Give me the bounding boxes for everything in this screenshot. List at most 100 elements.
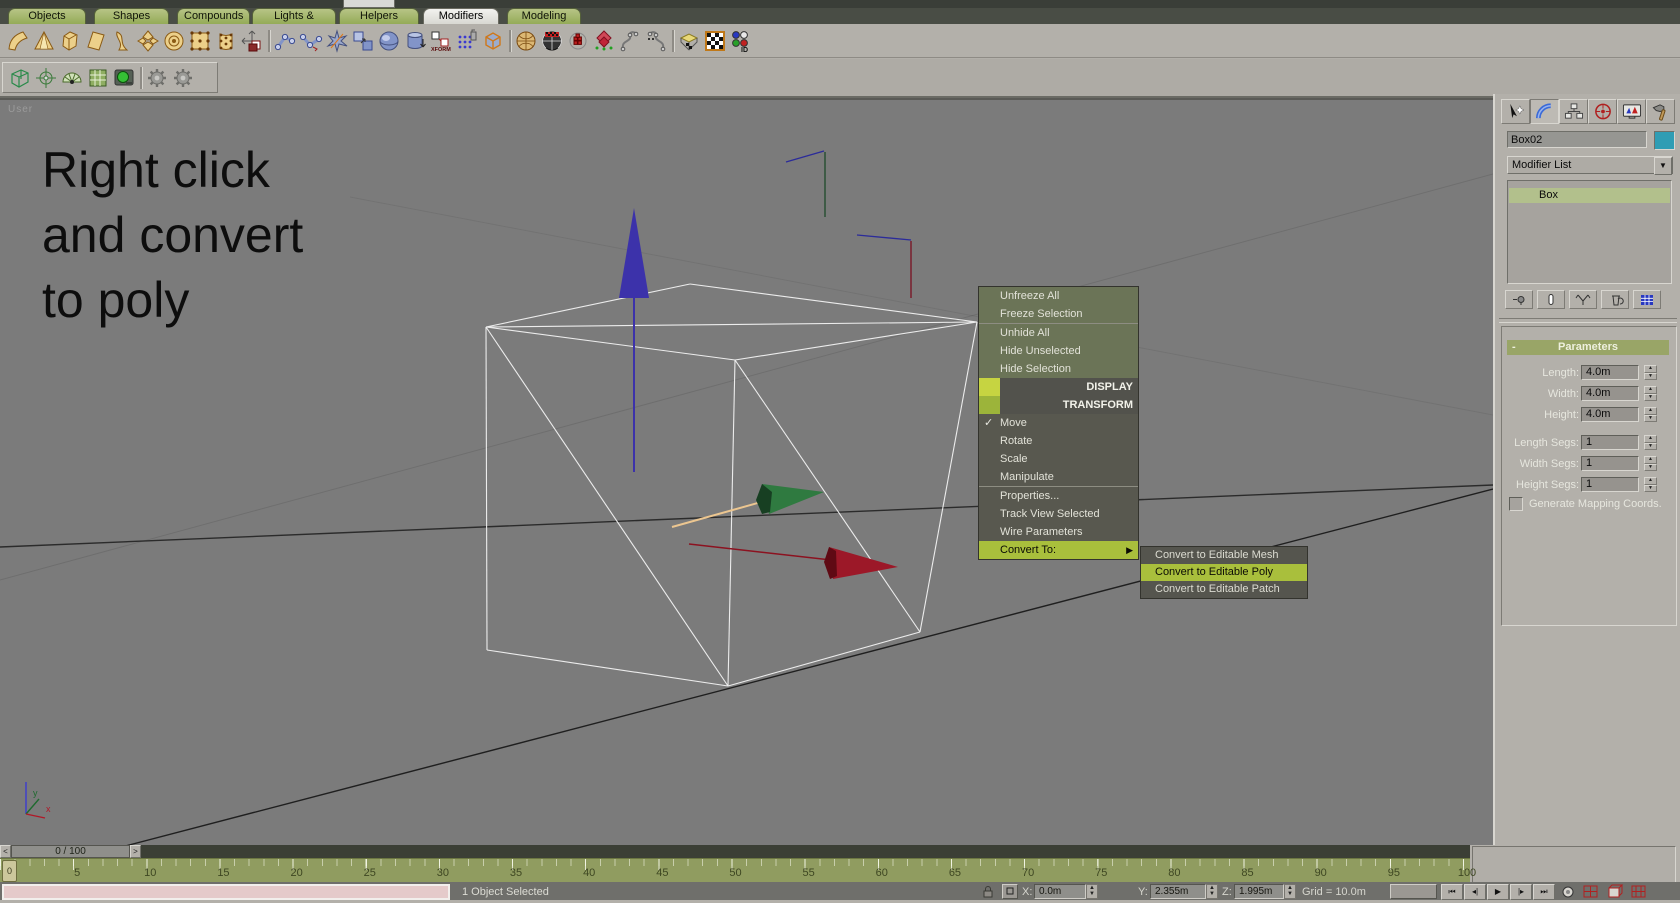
- pin-stack-button[interactable]: [1505, 290, 1533, 309]
- context-menu-item-move[interactable]: Move✓: [979, 414, 1138, 432]
- parameters-rollout-header[interactable]: - Parameters: [1507, 340, 1669, 355]
- spinner-down-icon[interactable]: ▼: [1644, 443, 1657, 451]
- play-button[interactable]: ▶: [1487, 884, 1509, 900]
- taper-modifier-icon[interactable]: [31, 28, 57, 54]
- spinner-down-icon[interactable]: ▼: [1644, 415, 1657, 423]
- collapse-icon[interactable]: -: [1512, 340, 1516, 355]
- gizmo-y-shaft[interactable]: [672, 499, 772, 527]
- spinner-up-icon[interactable]: ▲: [1644, 407, 1657, 415]
- go-to-end-button[interactable]: ⏭: [1533, 884, 1555, 900]
- context-menu-item-manipulate[interactable]: Manipulate: [979, 468, 1138, 486]
- patch-deform-icon[interactable]: [350, 28, 376, 54]
- point-cache-icon[interactable]: [454, 28, 480, 54]
- go-to-start-button[interactable]: ⏮: [1441, 884, 1463, 900]
- submenu-item-convert-to-editable-poly[interactable]: Convert to Editable Poly: [1141, 564, 1307, 581]
- edit-mesh-icon[interactable]: [565, 28, 591, 54]
- checker-material-icon[interactable]: [702, 28, 728, 54]
- bone-tools-icon[interactable]: [298, 28, 324, 54]
- spline-curve-1-icon[interactable]: [617, 28, 643, 54]
- material-id-icon[interactable]: ID: [728, 28, 754, 54]
- shelf-tab-modeling[interactable]: Modeling: [507, 8, 581, 24]
- grid-snap-icon[interactable]: [85, 65, 111, 91]
- set-key-field[interactable]: [1390, 884, 1437, 899]
- spinner-up-icon[interactable]: ▲: [1644, 477, 1657, 485]
- shelf-tab-helpers[interactable]: Helpers: [339, 8, 419, 24]
- push-modifier-icon[interactable]: [324, 28, 350, 54]
- object-color-swatch[interactable]: [1654, 131, 1675, 150]
- param-field[interactable]: 4.0m: [1581, 365, 1639, 380]
- z-coord-spinner[interactable]: ▲▼: [1284, 884, 1296, 899]
- shelf-tab-modifiers[interactable]: Modifiers: [423, 8, 499, 24]
- spinner-up-icon[interactable]: ▲: [1644, 386, 1657, 394]
- configure-modifier-sets-button[interactable]: [1633, 290, 1661, 309]
- object-name-field[interactable]: Box02: [1507, 131, 1647, 148]
- context-menu-item[interactable]: Hide Selection: [979, 360, 1138, 378]
- spinner-down-icon[interactable]: ▼: [1644, 394, 1657, 402]
- prev-frame-button[interactable]: <: [0, 845, 11, 858]
- spline-curve-2-icon[interactable]: [643, 28, 669, 54]
- spinner-up-icon[interactable]: ▲: [1644, 435, 1657, 443]
- wireframe-cube-icon[interactable]: [7, 65, 33, 91]
- editable-poly-icon[interactable]: [480, 28, 506, 54]
- time-slider-handle[interactable]: 0: [2, 860, 17, 882]
- make-unique-button[interactable]: [1569, 290, 1597, 309]
- selection-lock-icon[interactable]: [981, 884, 995, 900]
- generate-mapping-coords-checkbox[interactable]: [1509, 497, 1523, 511]
- viewport[interactable]: y x User Right clickand convertto poly: [0, 98, 1493, 845]
- shelf-tab-lights-cameras[interactable]: Lights & Cameras: [252, 8, 336, 24]
- y-coord-field[interactable]: 2.355m: [1150, 884, 1206, 899]
- param-field[interactable]: 1: [1581, 435, 1639, 450]
- submenu-item-convert-to-editable-patch[interactable]: Convert to Editable Patch: [1141, 581, 1307, 598]
- gizmo-x-arrow[interactable]: [829, 547, 898, 579]
- submenu-item-convert-to-editable-mesh[interactable]: Convert to Editable Mesh: [1141, 547, 1307, 564]
- modifier-list-dropdown[interactable]: Modifier List ▼: [1507, 156, 1673, 174]
- xform-modifier-icon[interactable]: XFORM: [428, 28, 454, 54]
- extrude-modifier-icon[interactable]: [402, 28, 428, 54]
- spinner-down-icon[interactable]: ▼: [1644, 464, 1657, 472]
- spinner-down-icon[interactable]: ▼: [1644, 485, 1657, 493]
- param-field[interactable]: 1: [1581, 456, 1639, 471]
- ripple-modifier-icon[interactable]: [161, 28, 187, 54]
- prev-key-button[interactable]: ◂|: [1464, 884, 1486, 900]
- bend-modifier-icon[interactable]: [5, 28, 31, 54]
- squeeze-modifier-icon[interactable]: [135, 28, 161, 54]
- modify-tab[interactable]: [1530, 99, 1559, 124]
- z-coord-field[interactable]: 1.995m: [1234, 884, 1284, 899]
- x-coord-field[interactable]: 0.0m: [1034, 884, 1086, 899]
- array-gray-2-icon[interactable]: [170, 65, 196, 91]
- context-menu-item[interactable]: Properties...: [979, 487, 1138, 505]
- utilities-tab[interactable]: [1646, 99, 1675, 124]
- move-gizmo[interactable]: [619, 208, 898, 579]
- spherify-modifier-icon[interactable]: [376, 28, 402, 54]
- twist-modifier-icon[interactable]: [57, 28, 83, 54]
- free-transform-icon[interactable]: [239, 28, 265, 54]
- context-menu-item-rotate[interactable]: Rotate: [979, 432, 1138, 450]
- remove-modifier-button[interactable]: [1601, 290, 1629, 309]
- next-frame-button[interactable]: >: [130, 845, 141, 858]
- motion-tab[interactable]: [1588, 99, 1617, 124]
- sphere-map-icon[interactable]: [513, 28, 539, 54]
- absolute-mode-button[interactable]: [1002, 884, 1018, 899]
- shelf-tab-shapes[interactable]: Shapes: [94, 8, 169, 24]
- x-coord-spinner[interactable]: ▲▼: [1086, 884, 1098, 899]
- next-key-button[interactable]: |▸: [1510, 884, 1532, 900]
- context-menu-item[interactable]: Track View Selected: [979, 505, 1138, 523]
- hierarchy-tab[interactable]: [1559, 99, 1588, 124]
- maxscript-mini-listener[interactable]: [2, 884, 450, 900]
- dropdown-arrow-icon[interactable]: ▼: [1654, 157, 1672, 175]
- uvw-map-icon[interactable]: [676, 28, 702, 54]
- time-config-icon-1[interactable]: [1582, 884, 1600, 900]
- context-menu-item[interactable]: Freeze Selection: [979, 305, 1138, 323]
- time-slider-ruler[interactable]: 0: [0, 858, 1470, 883]
- meshsmooth-modifier-icon[interactable]: [213, 28, 239, 54]
- spinner-up-icon[interactable]: ▲: [1644, 365, 1657, 373]
- show-end-result-button[interactable]: [1537, 290, 1565, 309]
- unwrap-uvw-icon[interactable]: [539, 28, 565, 54]
- context-menu-item[interactable]: Unhide All: [979, 324, 1138, 342]
- param-field[interactable]: 4.0m: [1581, 386, 1639, 401]
- spinner-up-icon[interactable]: ▲: [1644, 456, 1657, 464]
- context-menu-item-scale[interactable]: Scale: [979, 450, 1138, 468]
- spinner-down-icon[interactable]: ▼: [1644, 373, 1657, 381]
- lattice-modifier-icon[interactable]: [187, 28, 213, 54]
- shelf-tab-objects[interactable]: Objects: [8, 8, 86, 24]
